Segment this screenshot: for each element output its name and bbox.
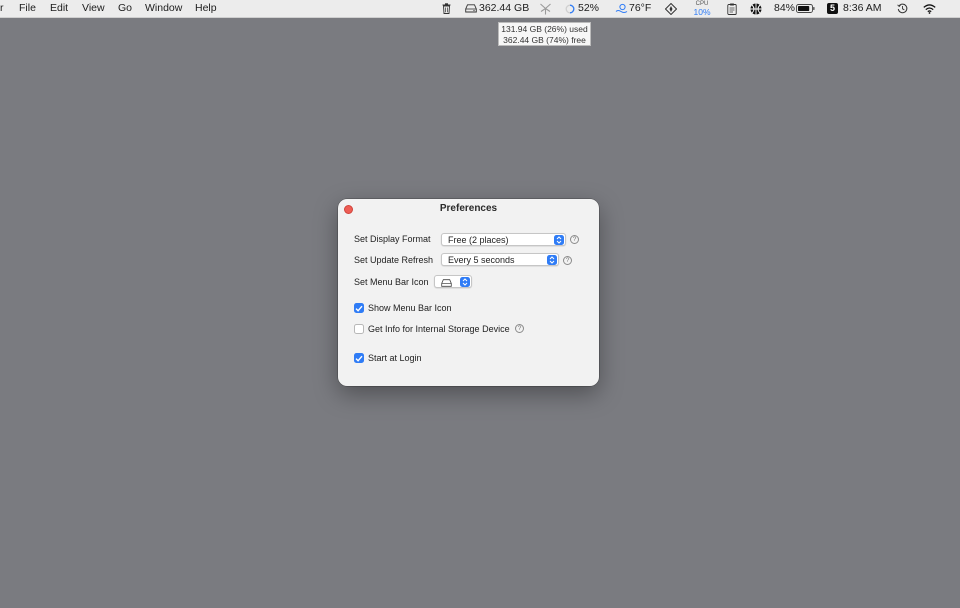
update-refresh-label: Set Update Refresh <box>354 255 434 265</box>
cpu-meter[interactable]: CPU 10% <box>691 1 713 16</box>
preferences-window: Preferences Set Display Format Free (2 p… <box>338 199 599 386</box>
display-format-value: Free (2 places) <box>448 235 509 245</box>
menu-edit[interactable]: Edit <box>50 2 68 15</box>
update-refresh-popup[interactable]: Every 5 seconds <box>441 253 559 266</box>
menu-window[interactable]: Window <box>145 2 182 15</box>
menu-bar-icon-popup[interactable] <box>434 275 472 288</box>
radar-icon[interactable] <box>539 0 552 17</box>
display-format-popup[interactable]: Free (2 places) <box>441 233 566 246</box>
tooltip-used-line: 131.94 GB (26%) used <box>501 24 588 34</box>
drive-icon[interactable] <box>465 0 477 17</box>
clock[interactable]: 8:36 AM <box>843 2 882 15</box>
menu-go[interactable]: Go <box>118 2 132 15</box>
menu-help[interactable]: Help <box>195 2 217 15</box>
time-machine-icon[interactable] <box>896 0 908 17</box>
menu-bar-icon-label: Set Menu Bar Icon <box>354 277 429 287</box>
internal-storage-checkbox[interactable] <box>354 324 364 334</box>
window-title: Preferences <box>439 203 498 214</box>
drive-icon <box>441 278 452 291</box>
progress-ring-icon[interactable] <box>565 0 575 17</box>
basketball-icon[interactable] <box>750 0 762 17</box>
menu-view[interactable]: View <box>82 2 105 15</box>
weather-readout[interactable]: 76°F <box>629 2 651 15</box>
compass-icon[interactable] <box>665 0 677 17</box>
start-at-login-checkbox[interactable] <box>354 353 364 363</box>
show-menu-bar-icon-label[interactable]: Show Menu Bar Icon <box>368 303 452 313</box>
trash-icon[interactable] <box>441 0 452 17</box>
update-refresh-help-icon[interactable]: ? <box>563 256 572 265</box>
internal-storage-label[interactable]: Get Info for Internal Storage Device <box>368 324 510 334</box>
menu-file[interactable]: File <box>19 2 36 15</box>
weather-icon[interactable] <box>615 0 628 17</box>
menu-bar: r File Edit View Go Window Help 362.44 G… <box>0 0 960 18</box>
clipboard-icon[interactable] <box>726 0 737 17</box>
chevron-updown-icon <box>547 255 557 265</box>
battery-icon[interactable] <box>796 0 815 17</box>
display-format-help-icon[interactable]: ? <box>570 235 579 244</box>
calendar-badge-icon[interactable]: 5 <box>827 3 838 14</box>
display-format-label: Set Display Format <box>354 234 431 244</box>
internal-storage-help-icon[interactable]: ? <box>515 324 524 333</box>
percent-readout[interactable]: 52% <box>578 2 599 15</box>
tooltip-free-line: 362.44 GB (74%) free <box>503 35 586 45</box>
app-menu-fragment[interactable]: r <box>0 2 4 15</box>
disk-free-readout[interactable]: 362.44 GB <box>479 2 529 15</box>
update-refresh-value: Every 5 seconds <box>448 255 515 265</box>
chevron-updown-icon <box>460 277 470 287</box>
wifi-icon[interactable] <box>922 0 936 17</box>
start-at-login-label[interactable]: Start at Login <box>368 353 422 363</box>
cpu-percent: 10% <box>693 7 711 17</box>
disk-usage-tooltip: 131.94 GB (26%) used 362.44 GB (74%) fre… <box>498 22 591 46</box>
battery-percent[interactable]: 84% <box>774 2 795 15</box>
chevron-updown-icon <box>554 235 564 245</box>
show-menu-bar-icon-checkbox[interactable] <box>354 303 364 313</box>
